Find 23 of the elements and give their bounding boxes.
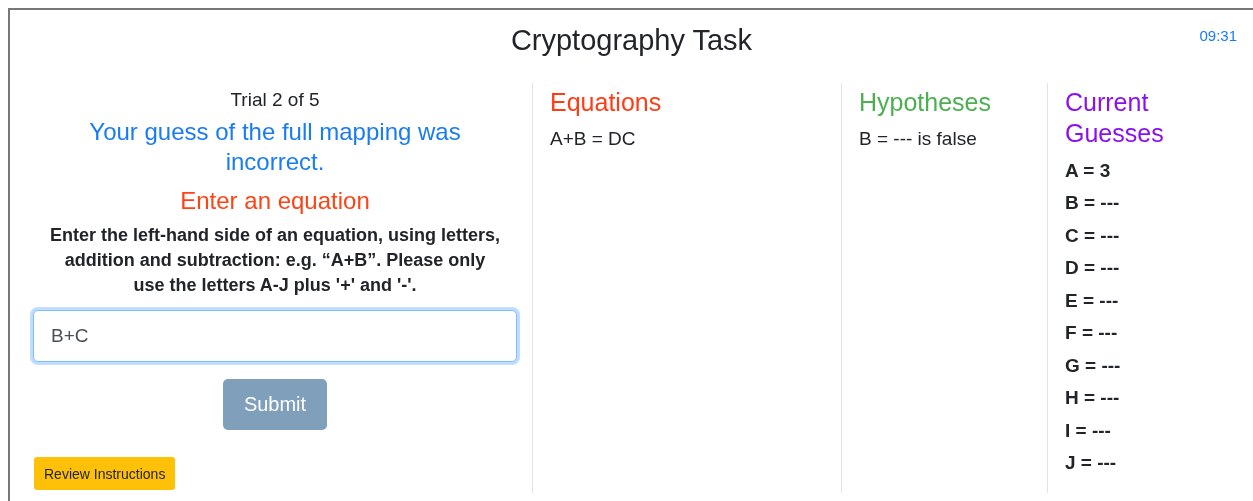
- countdown-timer: 09:31: [1199, 27, 1237, 44]
- section-heading: Enter an equation: [180, 187, 370, 215]
- list-entry: H = ---: [1065, 387, 1121, 409]
- feedback-message: Your guess of the full mapping was incorrect.: [88, 117, 462, 177]
- list-entry: E = ---: [1065, 289, 1120, 312]
- list-entry: A = 3: [1065, 159, 1112, 182]
- equation-input[interactable]: B+C: [33, 310, 517, 362]
- column-heading: Hypotheses: [859, 87, 993, 118]
- list-entry: I = ---: [1065, 419, 1112, 442]
- list-entry: A+B = DC: [550, 128, 637, 150]
- list-entry: F = ---: [1065, 322, 1119, 344]
- list-entry: B = --- is false: [859, 128, 978, 150]
- review-instructions-button[interactable]: Review Instructions: [34, 457, 176, 490]
- window-title: Cryptography Task: [510, 24, 753, 57]
- column-heading: Equations: [550, 87, 663, 118]
- trial-counter: Trial 2 of 5: [230, 89, 320, 111]
- instructions-text: Enter the left-hand side of an equation, using letters, addition and subtraction: e.g. “A+B”. Please only use the letters A-J plus '+' and '-'.: [49, 224, 501, 297]
- list-entry: B = ---: [1065, 192, 1121, 214]
- list-entry: G = ---: [1065, 354, 1122, 377]
- list-entry: C = ---: [1065, 224, 1121, 247]
- column-heading: Current Guesses: [1065, 87, 1165, 149]
- list-entry: D = ---: [1065, 257, 1121, 279]
- list-entry: J = ---: [1065, 452, 1118, 474]
